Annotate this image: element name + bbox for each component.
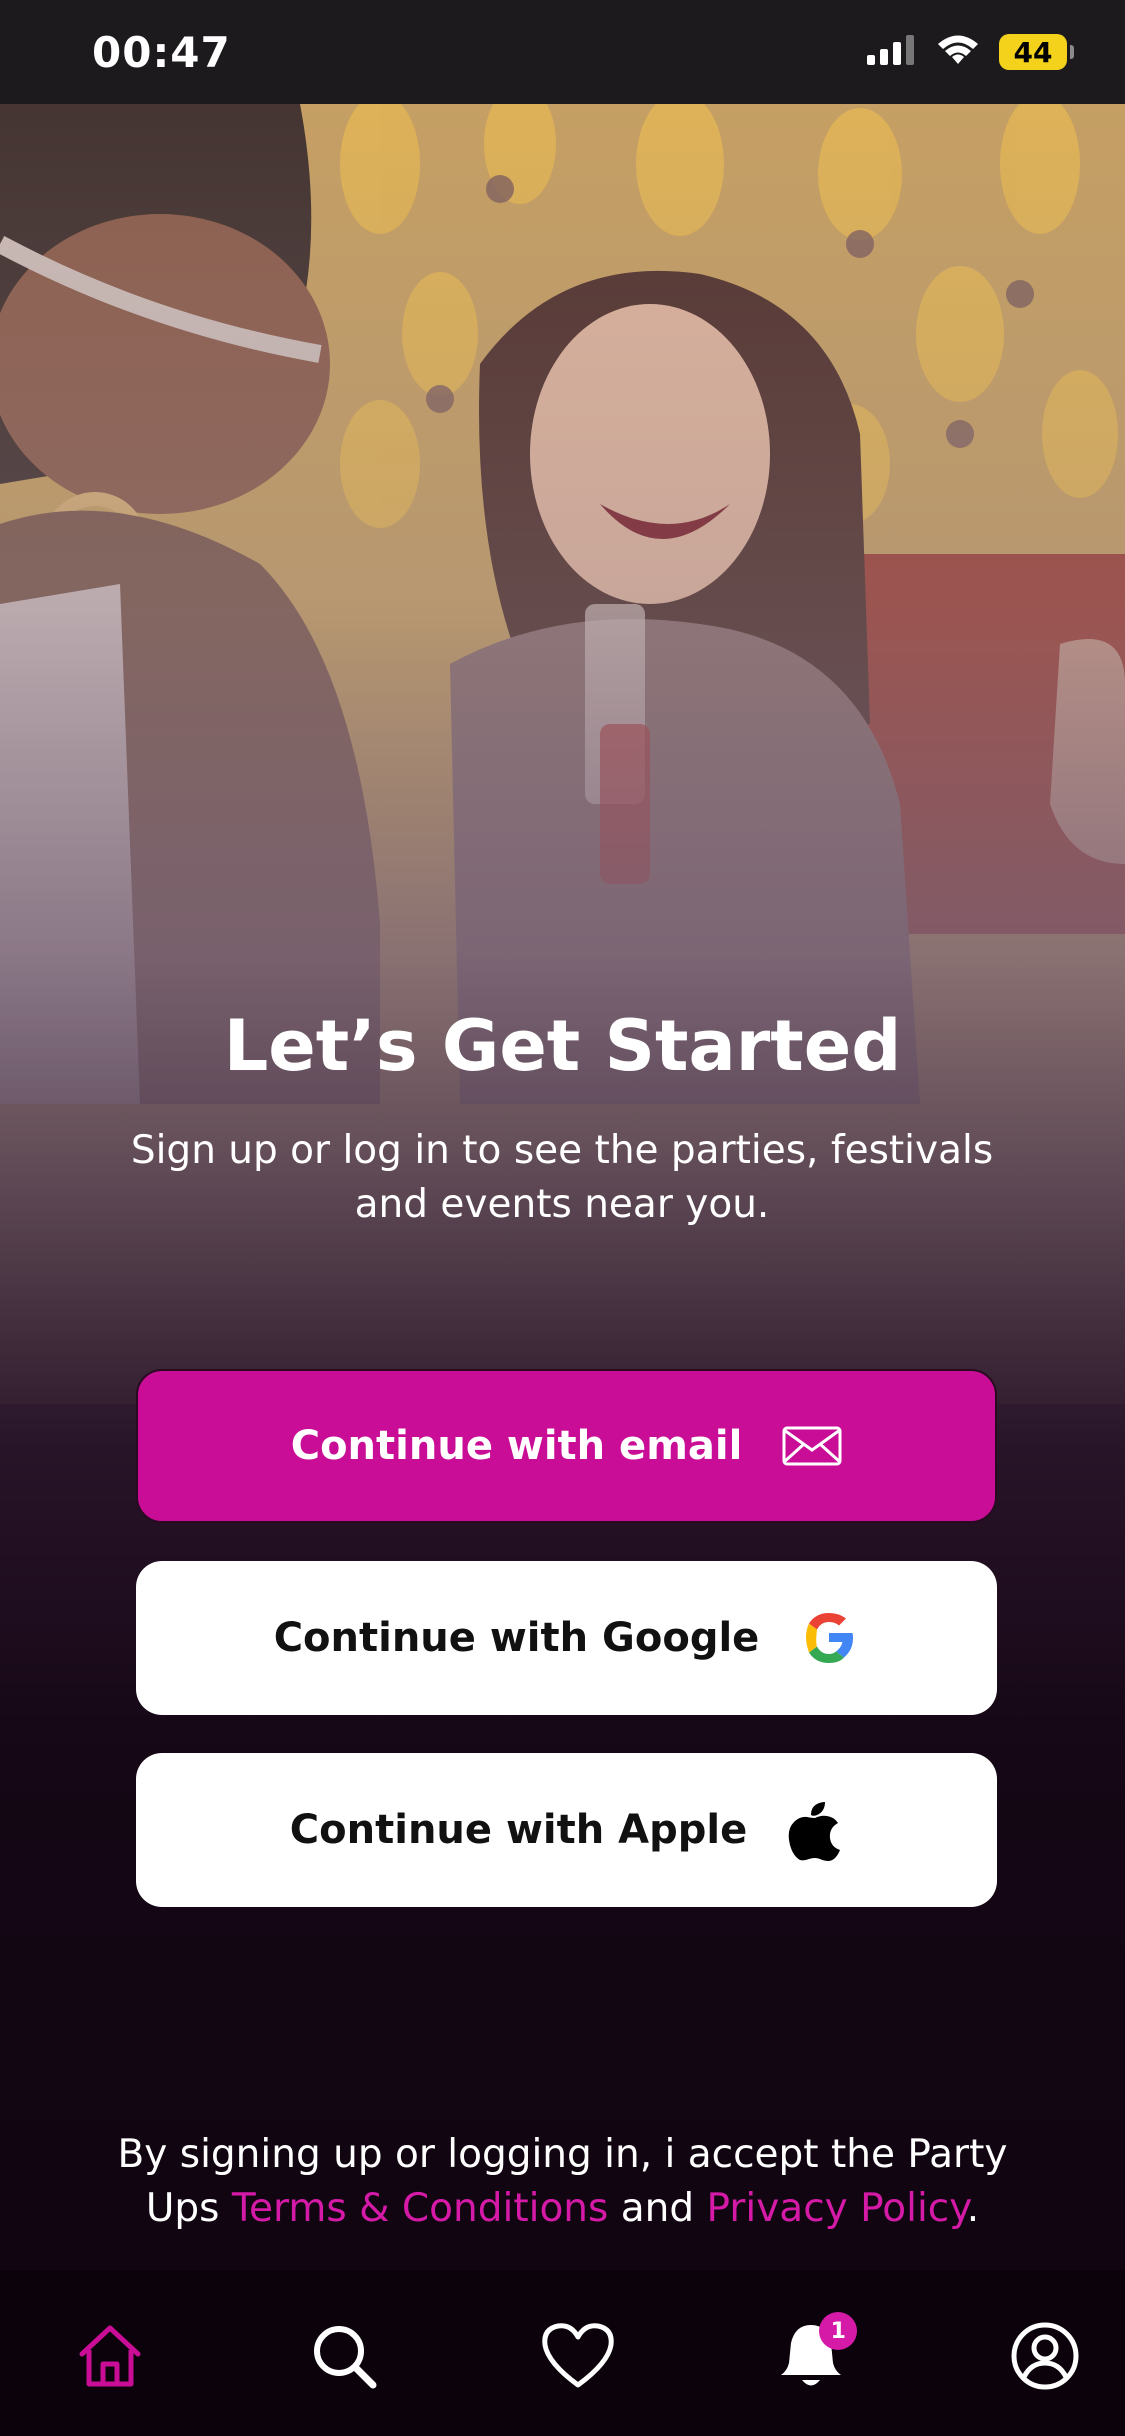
google-button-label: Continue with Google	[273, 1615, 760, 1661]
status-bar: 00:47 44	[0, 0, 1125, 104]
terms-link[interactable]: Terms & Conditions	[232, 2186, 608, 2231]
envelope-icon	[782, 1426, 842, 1466]
continue-with-apple-button[interactable]: Continue with Apple	[136, 1753, 997, 1907]
tab-notifications[interactable]: 1	[771, 2312, 858, 2398]
profile-icon	[1009, 2320, 1081, 2396]
legal-and: and	[608, 2186, 707, 2231]
legal-suffix: .	[966, 2186, 980, 2231]
google-logo-icon	[799, 1608, 859, 1668]
apple-button-label: Continue with Apple	[289, 1807, 748, 1853]
email-button-label: Continue with email	[290, 1423, 743, 1469]
wifi-icon	[935, 33, 981, 71]
tab-bar: 1	[0, 2270, 1125, 2436]
apple-logo-icon	[787, 1798, 843, 1862]
tab-search[interactable]	[304, 2318, 384, 2398]
battery-icon: 44	[999, 34, 1074, 70]
hero-gradient-overlay	[0, 104, 1125, 2436]
tab-favorites[interactable]	[538, 2318, 618, 2398]
search-icon	[308, 2320, 380, 2396]
heart-icon	[540, 2321, 616, 2395]
signal-icon	[865, 33, 917, 71]
tab-home[interactable]	[70, 2318, 150, 2398]
status-time: 00:47	[92, 27, 231, 77]
legal-text: By signing up or logging in, i accept th…	[80, 2128, 1045, 2236]
status-icons: 44	[865, 33, 1074, 71]
continue-with-google-button[interactable]: Continue with Google	[136, 1561, 997, 1715]
page-subtitle: Sign up or log in to see the parties, fe…	[130, 1128, 994, 1227]
tab-profile[interactable]	[1005, 2318, 1085, 2398]
home-icon	[74, 2320, 146, 2396]
notification-badge: 1	[819, 2312, 858, 2350]
continue-with-email-button[interactable]: Continue with email	[136, 1369, 997, 1523]
privacy-policy-link[interactable]: Privacy Policy	[707, 2186, 967, 2231]
page-title: Let’s Get Started	[223, 1005, 902, 1087]
login-screen: 00:47 44 Let’s Get Started Sign up or lo…	[0, 0, 1125, 2436]
